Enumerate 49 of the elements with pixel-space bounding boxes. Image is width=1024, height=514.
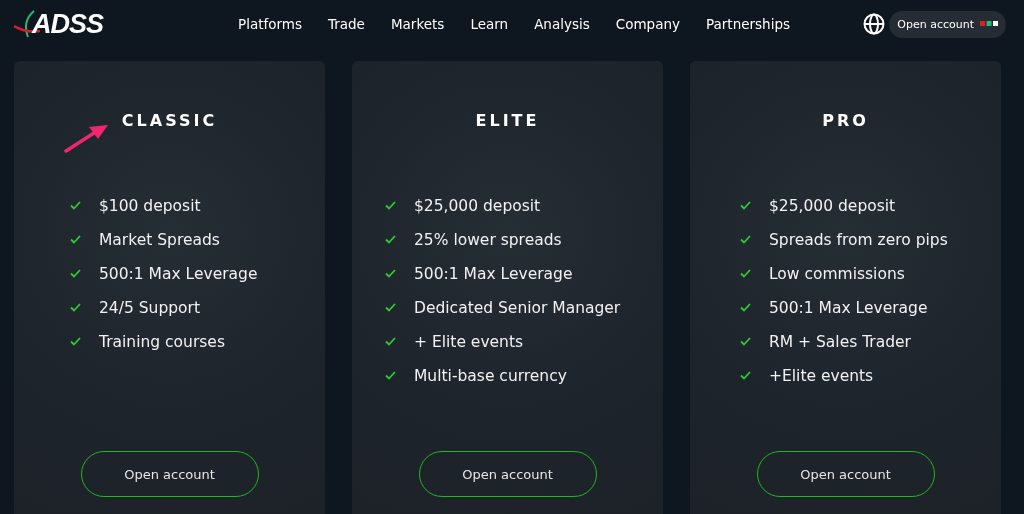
nav-link[interactable]: Partnerships [706,16,790,32]
nav-link[interactable]: Analysis [534,16,590,32]
check-icon [385,303,396,312]
check-icon [740,303,751,312]
check-icon [740,371,751,380]
feature-text: $25,000 deposit [414,196,541,215]
feature-text: 24/5 Support [99,298,200,317]
feature-text: Market Spreads [99,230,220,249]
feature-text: RM + Sales Trader [769,332,911,351]
feature-text: Multi-base currency [414,366,567,385]
feature-text: 500:1 Max Leverage [414,264,573,283]
check-icon [385,269,396,278]
open-account-button[interactable]: Open account [889,10,1006,38]
check-icon [70,269,81,278]
check-icon [70,303,81,312]
nav-link[interactable]: Markets [390,16,445,32]
plan-title: ELITE [475,111,540,130]
feature-text: + Elite events [414,332,524,351]
feature-text: Spreads from zero pips [769,230,948,249]
check-icon [385,235,396,244]
nav-link[interactable]: Learn [470,16,509,32]
plan-title: CLASSIC [121,111,218,130]
check-icon [385,337,396,346]
feature-text: +Elite events [769,366,874,385]
logo-text[interactable]: ADSS [32,8,103,40]
arrow-icon [63,123,110,153]
feature-text: 25% lower spreads [414,230,562,249]
nav-link[interactable]: Platforms [238,16,302,32]
feature-text: 500:1 Max Leverage [99,264,258,283]
feature-text: Training courses [99,332,225,351]
check-icon [740,269,751,278]
flag-dots-icon [980,21,998,27]
feature-text: 500:1 Max Leverage [769,298,928,317]
feature-text: Dedicated Senior Manager [414,298,621,317]
feature-text: Low commissions [769,264,905,283]
check-icon [740,337,751,346]
check-icon [740,235,751,244]
feature-text: $25,000 deposit [769,196,896,215]
check-icon [70,337,81,346]
check-icon [70,235,81,244]
check-icon [385,201,396,210]
check-icon [70,201,81,210]
feature-text: $100 deposit [99,196,201,215]
globe-icon[interactable] [863,13,886,35]
check-icon [740,201,751,210]
check-icon [385,371,396,380]
nav-link[interactable]: Company [615,16,680,32]
plan-title: PRO [822,111,869,130]
nav-link[interactable]: Trade [327,16,365,32]
